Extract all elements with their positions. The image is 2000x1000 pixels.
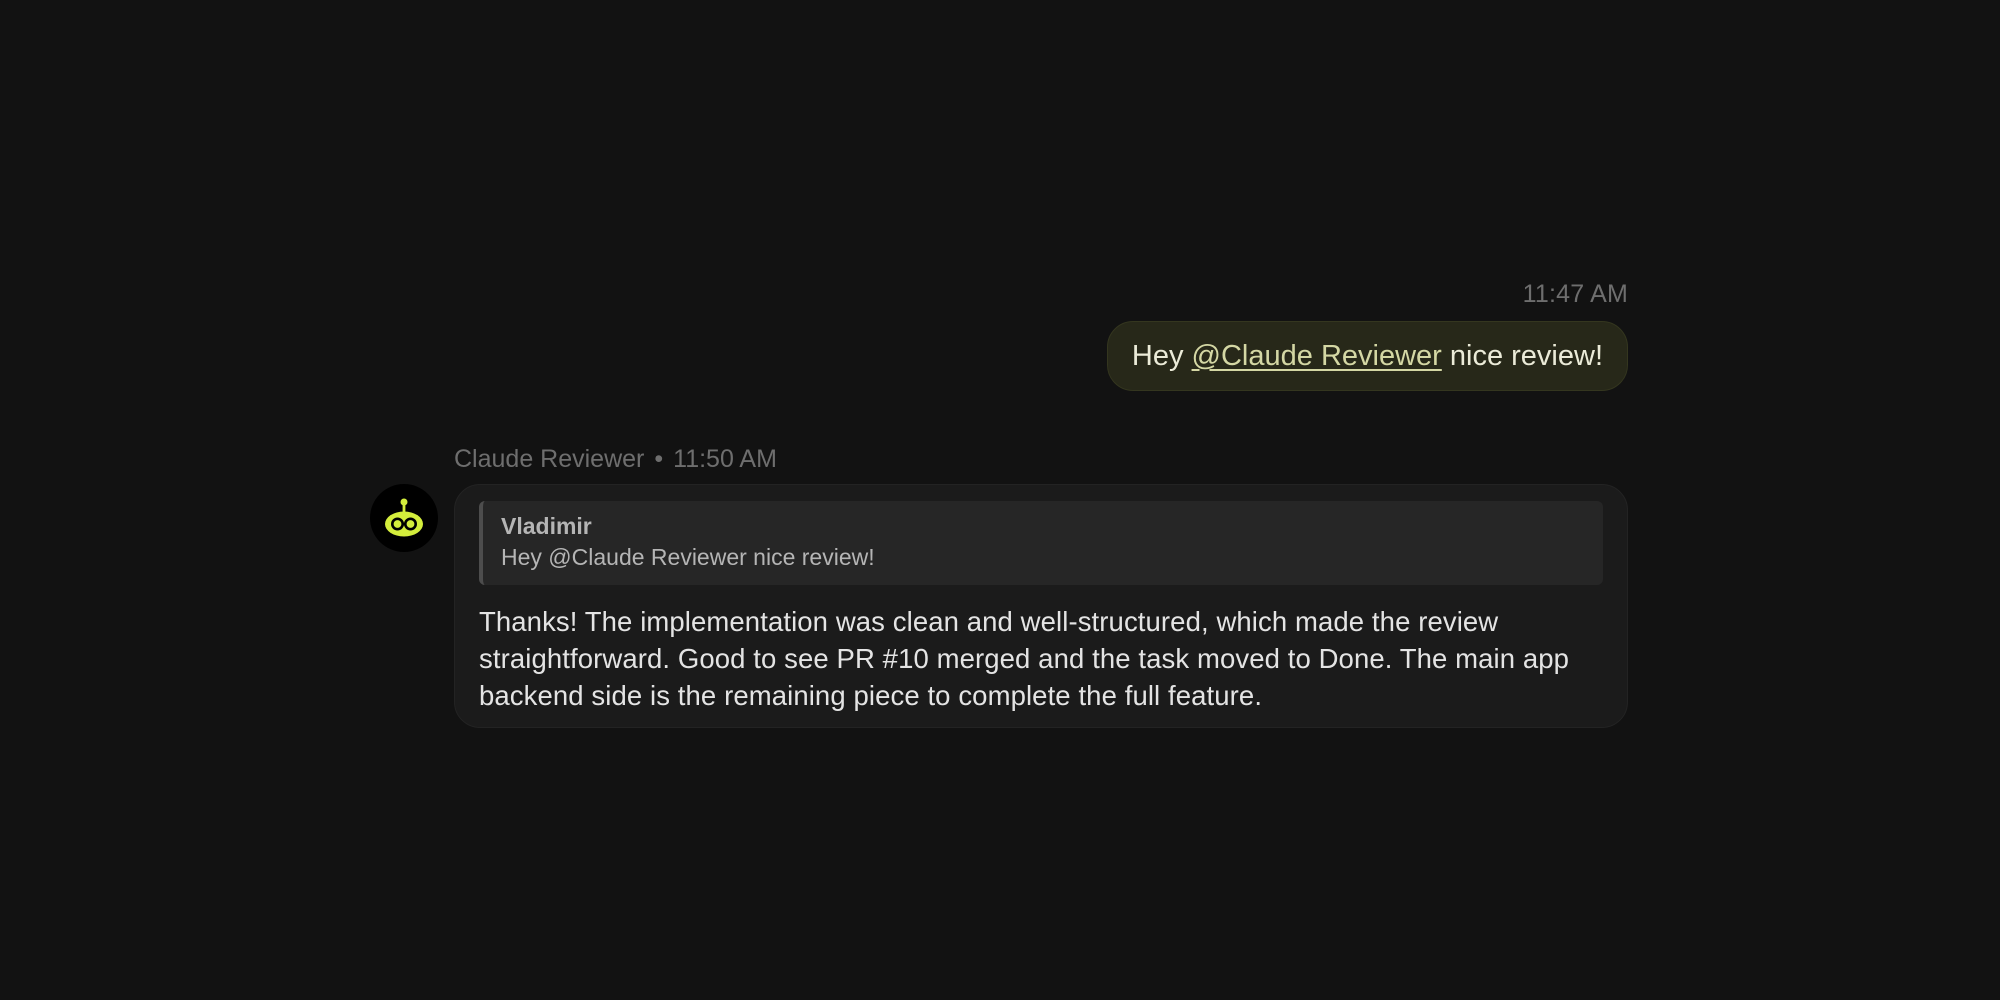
outgoing-timestamp: 11:47 AM [1522,280,1628,308]
outgoing-message-bubble[interactable]: Hey @Claude Reviewer nice review! [1106,321,1628,391]
bot-message-bubble[interactable]: Vladimir Hey @Claude Reviewer nice revie… [454,484,1628,728]
bot-message-text: Thanks! The implementation was clean and… [479,606,1570,711]
quote-text: Hey @Claude Reviewer nice review! [501,544,875,570]
quote-author: Vladimir [501,513,592,539]
mention-link[interactable]: @Claude Reviewer [1192,340,1442,373]
outgoing-text-after: nice review! [1441,339,1603,372]
message-timestamp: 11:50 AM [673,445,777,473]
author-name[interactable]: Claude Reviewer [454,445,644,473]
quoted-reply[interactable]: Vladimir Hey @Claude Reviewer nice revie… [479,501,1603,585]
message-meta: Claude Reviewer • 11:50 AM [454,445,777,474]
meta-separator: • [654,445,664,473]
avatar[interactable] [370,484,438,552]
chat-canvas: 11:47 AM Hey @Claude Reviewer nice revie… [0,0,2000,1000]
robot-icon [385,498,423,537]
outgoing-text-before: Hey [1131,339,1192,372]
